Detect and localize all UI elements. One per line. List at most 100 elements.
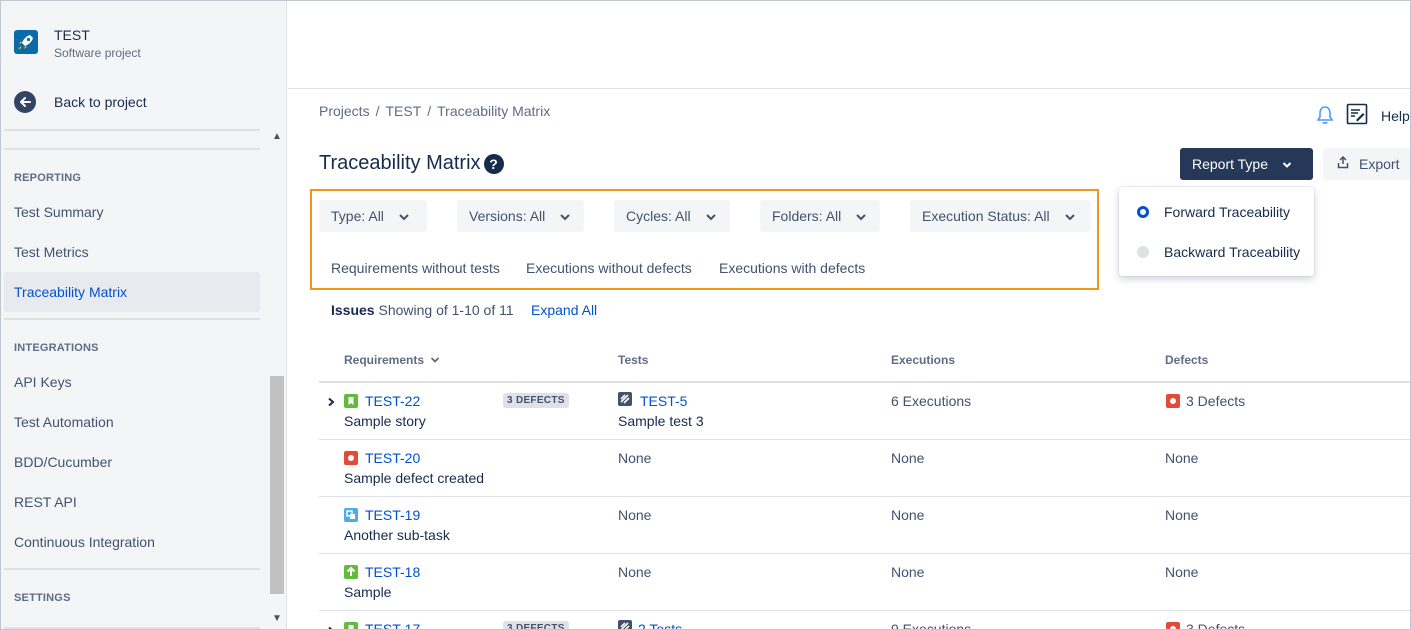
back-to-project-link[interactable]: Back to project: [14, 91, 147, 113]
test-icon: [618, 392, 632, 406]
column-header-tests: Tests: [618, 353, 649, 367]
filter-cycles[interactable]: Cycles: All: [614, 200, 730, 232]
defects-badge: 3 DEFECTS: [503, 393, 569, 408]
sidebar-item-bdd-cucumber[interactable]: BDD/Cucumber: [4, 442, 260, 482]
option-backward-traceability[interactable]: Backward Traceability: [1137, 244, 1300, 260]
executions-cell: None: [891, 564, 925, 580]
chevron-down-icon: [559, 208, 571, 224]
issue-key-link[interactable]: TEST-19: [365, 507, 420, 523]
issue-summary: Sample story: [344, 413, 426, 429]
defects-cell: None: [1165, 564, 1199, 580]
divider: [4, 148, 260, 150]
defects-cell: None: [1165, 450, 1199, 466]
test-key-link[interactable]: TEST-5: [640, 393, 687, 409]
bell-icon[interactable]: [1316, 105, 1334, 130]
back-label: Back to project: [54, 94, 147, 110]
executions-cell: None: [891, 507, 925, 523]
sidebar-item-rest-api[interactable]: REST API: [4, 482, 260, 522]
filter-type[interactable]: Type: All: [319, 200, 427, 232]
sidebar-item-traceability-matrix[interactable]: Traceability Matrix: [4, 272, 260, 312]
column-header-executions: Executions: [891, 353, 956, 367]
radio-unselected-icon: [1137, 246, 1149, 258]
quick-filter-executions-with-defects[interactable]: Executions with defects: [719, 260, 865, 276]
defects-badge: 3 DEFECTS: [503, 621, 569, 629]
executions-cell: None: [891, 450, 925, 466]
issues-label: Issues: [331, 302, 375, 318]
scroll-down-icon[interactable]: ▼: [271, 613, 283, 625]
executions-cell[interactable]: 9 Executions: [891, 621, 971, 629]
help-link[interactable]: Help: [1381, 108, 1410, 124]
column-header-defects: Defects: [1165, 353, 1209, 367]
arrow-left-icon: [14, 91, 36, 113]
bug-icon: [1166, 622, 1180, 629]
quick-filter-requirements-without-tests[interactable]: Requirements without tests: [331, 260, 500, 276]
sidebar-item-continuous-integration[interactable]: Continuous Integration: [4, 522, 260, 562]
test-icon: [618, 620, 632, 629]
chevron-down-icon: [855, 208, 867, 224]
issue-key-link[interactable]: TEST-18: [365, 564, 420, 580]
test-summary: Sample test 3: [618, 413, 704, 429]
rocket-icon: [14, 30, 38, 54]
export-button[interactable]: Export: [1323, 148, 1410, 180]
issue-summary: Sample: [344, 584, 392, 600]
defects-cell[interactable]: 3 Defects: [1186, 621, 1245, 629]
expand-all-link[interactable]: Expand All: [531, 302, 597, 318]
quick-filter-executions-without-defects[interactable]: Executions without defects: [526, 260, 692, 276]
chevron-down-icon: [1282, 156, 1292, 172]
issues-count: Showing of 1-10 of 11: [378, 302, 514, 318]
divider: [4, 129, 260, 131]
tests-cell[interactable]: 2 Tests: [638, 621, 682, 629]
export-label: Export: [1359, 156, 1400, 172]
issue-key-link[interactable]: TEST-17: [365, 621, 420, 629]
option-forward-traceability[interactable]: Forward Traceability: [1137, 204, 1290, 220]
issues-summary: Issues Showing of 1-10 of 11: [331, 302, 514, 318]
row-expand-chevron-icon[interactable]: [327, 625, 335, 629]
improvement-icon: [344, 565, 358, 579]
section-heading-settings: SETTINGS: [14, 592, 71, 604]
executions-cell[interactable]: 6 Executions: [891, 393, 971, 409]
filter-folders[interactable]: Folders: All: [760, 200, 880, 232]
issue-key-link[interactable]: TEST-20: [365, 450, 420, 466]
row-divider: [319, 553, 1410, 554]
issue-summary: Sample defect created: [344, 470, 485, 486]
help-doc-icon[interactable]: [1346, 103, 1368, 125]
subtask-icon: [344, 508, 358, 522]
scrollbar-thumb[interactable]: [270, 376, 284, 594]
divider: [4, 568, 260, 570]
tests-cell: None: [618, 450, 652, 466]
project-header[interactable]: TEST Software project: [14, 27, 141, 60]
header-divider: [319, 381, 1410, 383]
column-header-requirements[interactable]: Requirements: [344, 353, 440, 367]
breadcrumb-test[interactable]: TEST: [385, 103, 421, 119]
question-icon[interactable]: ?: [483, 153, 504, 174]
row-expand-chevron-icon[interactable]: [327, 396, 335, 410]
sidebar-item-test-summary[interactable]: Test Summary: [4, 192, 260, 232]
page-title-text: Traceability Matrix: [319, 152, 481, 174]
report-type-label: Report Type: [1192, 156, 1269, 172]
breadcrumb-projects[interactable]: Projects: [319, 103, 370, 119]
project-name: TEST: [54, 27, 90, 43]
defects-cell[interactable]: 3 Defects: [1186, 393, 1245, 409]
breadcrumb-traceability-matrix[interactable]: Traceability Matrix: [437, 103, 550, 119]
breadcrumb: Projects / TEST / Traceability Matrix: [319, 103, 551, 119]
report-type-button[interactable]: Report Type: [1180, 148, 1313, 180]
sidebar-item-api-keys[interactable]: API Keys: [4, 362, 260, 402]
tests-cell: None: [618, 564, 652, 580]
filter-versions[interactable]: Versions: All: [457, 200, 584, 232]
scroll-up-icon[interactable]: ▲: [271, 131, 283, 143]
story-icon: [344, 622, 358, 629]
export-icon: [1337, 155, 1349, 172]
project-type: Software project: [54, 46, 141, 60]
filter-execution-status[interactable]: Execution Status: All: [910, 200, 1091, 232]
issue-key-link[interactable]: TEST-22: [365, 393, 420, 409]
radio-selected-icon: [1137, 206, 1149, 218]
divider: [4, 318, 260, 320]
sort-chevron-icon: [430, 353, 440, 367]
sidebar-item-test-metrics[interactable]: Test Metrics: [4, 232, 260, 272]
section-heading-reporting: REPORTING: [14, 172, 82, 184]
sidebar-item-test-automation[interactable]: Test Automation: [4, 402, 260, 442]
row-divider: [319, 439, 1410, 440]
divider: [4, 627, 260, 629]
top-band: [288, 1, 1410, 89]
chevron-down-icon: [1064, 208, 1076, 224]
